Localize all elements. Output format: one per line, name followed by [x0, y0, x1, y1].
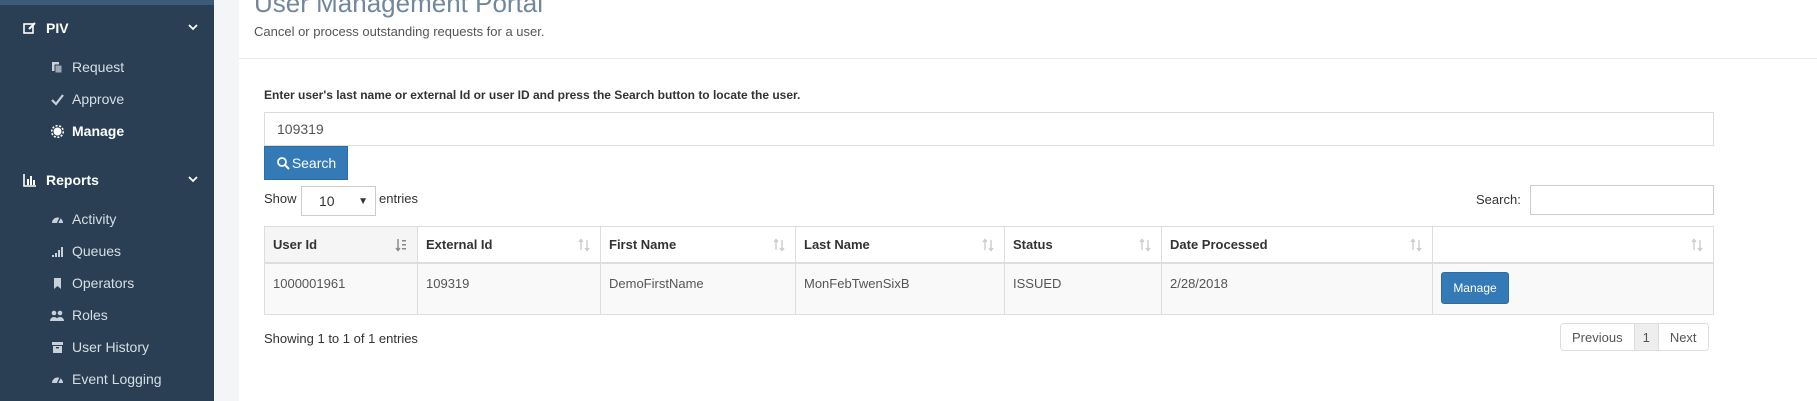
sort-icon: [1410, 238, 1422, 252]
table-header-row: User Id External Id First Name Last Name…: [264, 226, 1714, 264]
main-content: User Management Portal Cancel or process…: [214, 0, 1817, 401]
sidebar-item-roles[interactable]: Roles: [50, 303, 210, 327]
column-header-label: Last Name: [804, 236, 870, 252]
sidebar-item-operators[interactable]: Operators: [50, 271, 210, 295]
column-header-label: Date Processed: [1170, 236, 1268, 252]
page-subtitle: Cancel or process outstanding requests f…: [254, 24, 545, 39]
search-icon: [276, 156, 290, 170]
sidebar-topbar: [0, 0, 214, 5]
column-header-first-name[interactable]: First Name: [600, 226, 796, 264]
results-table: User Id External Id First Name Last Name…: [264, 226, 1714, 315]
column-header-label: First Name: [609, 236, 677, 252]
cell-user-id: 1000001961: [264, 262, 418, 315]
sort-icon: [773, 238, 785, 252]
bookmark-icon: [50, 276, 64, 290]
sidebar-item-label: User History: [72, 339, 150, 355]
sidebar-item-label: Event Logging: [72, 371, 162, 387]
sidebar-item-manage[interactable]: Manage: [50, 119, 210, 143]
sidebar-section-label: PIV: [46, 20, 69, 36]
page-length-value: 10: [319, 193, 335, 209]
users-icon: [50, 308, 64, 322]
edit-icon: [22, 20, 38, 36]
cell-last-name: MonFebTwenSixB: [795, 262, 1005, 315]
cell-date-processed: 2/28/2018: [1161, 262, 1433, 315]
check-icon: [50, 92, 64, 106]
sidebar: PIV Request Approve Manage Reports Activ…: [0, 0, 214, 401]
dashboard-icon: [50, 372, 64, 386]
sidebar-item-approve[interactable]: Approve: [50, 87, 210, 111]
sidebar-item-label: Queues: [72, 243, 122, 259]
table-row: 1000001961 109319 DemoFirstName MonFebTw…: [264, 262, 1714, 315]
cell-first-name: DemoFirstName: [600, 262, 796, 315]
sidebar-item-queues[interactable]: Queues: [50, 239, 210, 263]
pagination: Previous 1 Next: [1560, 323, 1709, 351]
sidebar-item-label: Roles: [72, 307, 108, 323]
sort-icon: [578, 238, 590, 252]
column-header-external-id[interactable]: External Id: [417, 226, 601, 264]
bar-chart-icon: [22, 172, 38, 188]
sort-icon: [1691, 238, 1703, 252]
sidebar-section-piv[interactable]: PIV: [22, 15, 200, 41]
pagination-page[interactable]: 1: [1633, 324, 1658, 350]
caret-down-icon: ▼: [358, 196, 368, 207]
search-button[interactable]: Search: [264, 146, 348, 180]
sidebar-item-event-logging[interactable]: Event Logging: [50, 367, 210, 391]
column-header-status[interactable]: Status: [1004, 226, 1162, 264]
manage-button[interactable]: Manage: [1441, 271, 1509, 304]
show-label: Show: [264, 191, 297, 206]
cell-status: ISSUED: [1004, 262, 1162, 315]
table-filter-input[interactable]: [1530, 185, 1714, 215]
sidebar-item-label: Operators: [72, 275, 135, 291]
cell-action: Manage: [1432, 262, 1714, 315]
column-header-label: External Id: [426, 236, 493, 252]
sidebar-item-label: Activity: [72, 211, 117, 227]
sidebar-item-label: Approve: [72, 91, 125, 107]
sidebar-item-request[interactable]: Request: [50, 55, 210, 79]
column-header-last-name[interactable]: Last Name: [795, 226, 1005, 264]
column-header-user-id[interactable]: User Id: [264, 226, 418, 264]
cell-external-id: 109319: [417, 262, 601, 315]
page-length-select[interactable]: 10 ▼: [301, 186, 376, 216]
column-header-label: Status: [1013, 236, 1053, 252]
sort-icon: [982, 238, 994, 252]
search-button-label: Search: [291, 155, 337, 171]
filter-label: Search:: [1476, 192, 1521, 207]
sidebar-item-user-history[interactable]: User History: [50, 335, 210, 359]
content-gutter: [214, 0, 239, 401]
copy-icon: [50, 60, 64, 74]
entries-label: entries: [379, 191, 419, 206]
dashboard-icon: [50, 212, 64, 226]
pagination-next[interactable]: Next: [1657, 324, 1708, 350]
search-instruction: Enter user's last name or external Id or…: [264, 88, 801, 102]
column-header-action[interactable]: [1432, 226, 1714, 264]
archive-icon: [50, 340, 64, 354]
chevron-down-icon[interactable]: [186, 20, 200, 34]
table-info: Showing 1 to 1 of 1 entries: [264, 331, 418, 346]
column-header-date-processed[interactable]: Date Processed: [1161, 226, 1433, 264]
header-divider: [239, 58, 1817, 59]
sidebar-item-label: Request: [72, 59, 125, 75]
page-title: User Management Portal: [254, 0, 544, 18]
signal-icon: [50, 244, 64, 258]
user-search-input[interactable]: [264, 112, 1714, 146]
sort-asc-icon: [395, 238, 407, 252]
column-header-label: User Id: [273, 236, 318, 252]
sidebar-item-activity[interactable]: Activity: [50, 207, 210, 231]
pagination-previous[interactable]: Previous: [1561, 324, 1634, 350]
sidebar-item-label: Manage: [72, 123, 125, 139]
sidebar-section-label: Reports: [46, 172, 99, 188]
chevron-down-icon[interactable]: [186, 172, 200, 186]
cog-icon: [50, 124, 64, 138]
sidebar-section-reports[interactable]: Reports: [22, 167, 200, 193]
sort-icon: [1139, 238, 1151, 252]
